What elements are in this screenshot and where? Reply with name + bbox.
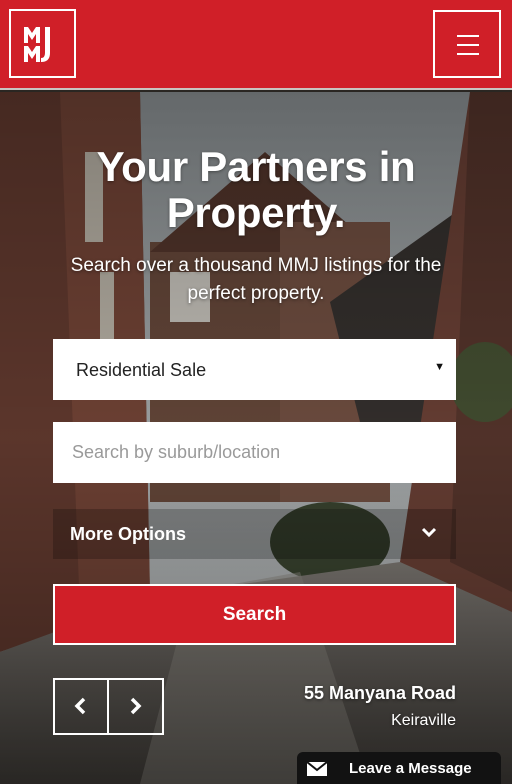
hero-subtitle: Search over a thousand MMJ listings for … — [70, 255, 442, 304]
menu-button[interactable] — [433, 10, 501, 78]
location-search-input[interactable] — [53, 422, 456, 483]
hero-title: Your Partners in Property. — [0, 144, 512, 236]
envelope-icon — [306, 761, 328, 776]
more-options-toggle[interactable]: More Options — [53, 509, 456, 559]
search-button[interactable]: Search — [53, 584, 456, 645]
property-type-select[interactable]: Residential Sale ▼ — [53, 339, 456, 400]
property-address[interactable]: 55 Manyana Road — [304, 683, 456, 704]
carousel-prev-button[interactable] — [55, 680, 109, 733]
dropdown-arrow-icon: ▼ — [434, 361, 445, 373]
mmj-logo[interactable] — [9, 9, 76, 78]
property-type-value: Residential Sale — [76, 360, 207, 380]
hero-section: Your Partners in Property. Search over a… — [0, 92, 512, 784]
hamburger-icon — [457, 35, 479, 37]
hamburger-icon-line — [457, 44, 479, 46]
mmj-logo-mark — [24, 27, 50, 62]
leave-message-label: Leave a Message — [349, 760, 472, 777]
chevron-left-icon — [74, 697, 86, 715]
hero-title-line-2: Property. — [166, 189, 346, 236]
property-suburb: Keiraville — [391, 712, 456, 729]
chevron-right-icon — [130, 697, 141, 715]
carousel-nav — [53, 678, 164, 735]
hero-title-line-1: Your Partners in — [96, 143, 416, 190]
more-options-label: More Options — [70, 524, 186, 544]
site-header — [0, 0, 512, 90]
hamburger-icon-line — [457, 53, 479, 55]
chevron-down-icon — [421, 527, 437, 538]
carousel-next-button[interactable] — [109, 680, 162, 733]
leave-message-widget[interactable]: Leave a Message — [297, 752, 501, 784]
